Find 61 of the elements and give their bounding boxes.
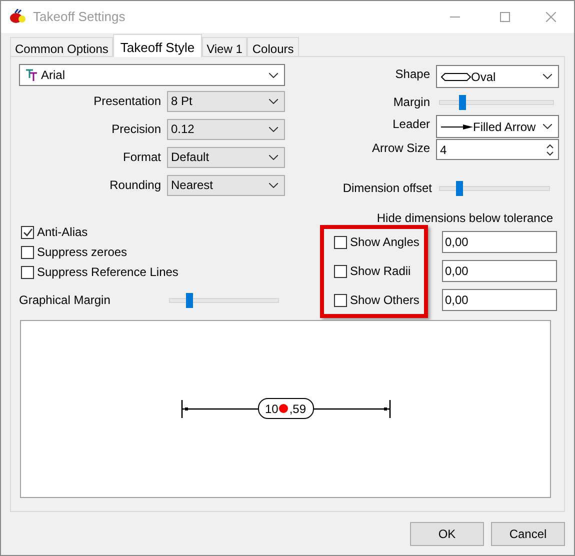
chevron-icon	[269, 154, 278, 160]
tolerance-field[interactable]: 0,00	[442, 289, 557, 311]
slider-thumb[interactable]	[186, 292, 193, 308]
dropdown[interactable]: 0.12	[167, 118, 285, 140]
font-dropdown[interactable]: Arial	[19, 64, 285, 86]
maximize-icon[interactable]	[500, 12, 510, 22]
tolerance-heading: Hide dimensions below tolerance	[376, 210, 553, 227]
checkbox[interactable]	[334, 294, 347, 306]
leader-label: Leader	[392, 116, 430, 133]
checkbox[interactable]	[21, 226, 34, 238]
dropdown[interactable]: Default	[167, 146, 285, 168]
chevron-icon	[269, 126, 278, 132]
checkbox-label: Suppress Reference Lines	[37, 264, 178, 281]
slider[interactable]	[169, 292, 279, 308]
arrow-size-label: Arrow Size	[370, 140, 430, 157]
shape-dropdown[interactable]: Oval	[436, 65, 559, 88]
leader-dropdown[interactable]: Filled Arrow	[436, 115, 559, 138]
app-icon	[9, 9, 27, 25]
graphical-margin-label: Graphical Margin	[19, 292, 112, 309]
tab[interactable]: Common Options	[10, 37, 114, 56]
tab[interactable]: Takeoff Style	[113, 34, 202, 57]
chevron-icon	[543, 74, 552, 79]
chevron-icon	[269, 98, 278, 104]
tolerance-field[interactable]: 0,00	[442, 231, 557, 253]
dialog-button[interactable]: Cancel	[491, 522, 565, 546]
dropdown[interactable]: Nearest	[167, 174, 285, 196]
chevron-icon	[543, 124, 552, 129]
slider[interactable]	[439, 180, 550, 196]
checkbox-label: Show Radii	[350, 263, 411, 280]
arrow-icon	[441, 124, 473, 130]
tab[interactable]: Colours	[247, 37, 299, 56]
slider-thumb[interactable]	[456, 180, 463, 196]
window-title: Takeoff Settings	[33, 8, 126, 26]
field-label: Precision	[110, 121, 161, 138]
chevron-icon	[269, 72, 278, 78]
checkbox-label: Show Angles	[350, 234, 420, 251]
slider[interactable]	[439, 94, 554, 110]
checkbox[interactable]	[21, 246, 34, 258]
margin-label: Margin	[392, 94, 430, 111]
shape-label: Shape	[394, 66, 430, 83]
dropdown[interactable]: 8 Pt	[167, 90, 285, 112]
spin-arrows-icon	[546, 142, 554, 156]
field-label: Format	[122, 149, 161, 166]
checkbox[interactable]	[334, 236, 347, 248]
checkbox[interactable]	[21, 266, 34, 278]
field-label: Presentation	[92, 93, 161, 110]
dimension-offset-label: Dimension offset	[342, 180, 432, 197]
tab[interactable]: View 1	[202, 37, 248, 56]
chevron-icon	[269, 182, 278, 188]
checkbox-label: Suppress zeroes	[37, 244, 128, 261]
font-icon	[26, 69, 37, 81]
arrow-size-spinner[interactable]: 4	[436, 139, 559, 160]
close-icon[interactable]	[546, 12, 556, 22]
checkbox-label: Show Others	[350, 292, 420, 309]
tolerance-field[interactable]: 0,00	[442, 260, 557, 282]
checkbox[interactable]	[334, 264, 347, 278]
dialog-button[interactable]: OK	[410, 522, 484, 546]
dimension-label: 10 ,59	[258, 398, 314, 419]
slider-thumb[interactable]	[459, 94, 466, 110]
checkbox-label: Anti-Alias	[37, 224, 88, 241]
field-label: Rounding	[108, 177, 161, 194]
